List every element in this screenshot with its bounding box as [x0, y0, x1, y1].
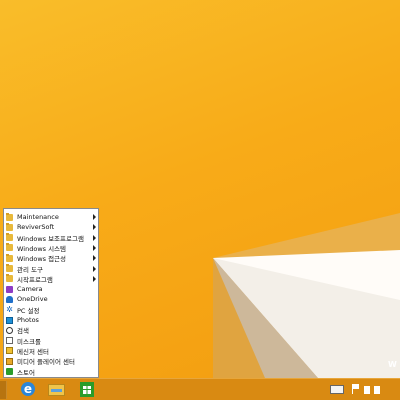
submenu-arrow-icon	[93, 255, 96, 262]
start-menu: Maintenance ReviverSoft Windows 보조프로그램 Wind…	[3, 208, 99, 378]
start-button[interactable]	[0, 381, 7, 399]
start-menu-item[interactable]: Maintenance	[6, 212, 98, 222]
file-explorer-button[interactable]	[44, 381, 70, 399]
start-menu-item-label: OneDrive	[17, 295, 48, 304]
start-menu-item-label: 스토어	[17, 368, 35, 377]
folder-icon	[6, 253, 13, 262]
store-icon	[80, 382, 94, 397]
system-tray	[330, 381, 400, 399]
start-menu-item[interactable]: ReviverSoft	[6, 222, 98, 232]
store-button[interactable]	[74, 381, 100, 399]
folder-icon	[6, 222, 13, 231]
start-menu-item-label: 시작프로그램	[17, 275, 53, 284]
internet-explorer-button[interactable]: e	[16, 381, 42, 399]
start-menu-item[interactable]: Windows 접근성	[6, 253, 98, 263]
start-menu-item-label: 메신저 센터	[17, 347, 49, 356]
action-center-flag-icon[interactable]	[352, 384, 359, 394]
search-icon	[6, 326, 13, 334]
submenu-arrow-icon	[93, 244, 96, 251]
start-menu-item[interactable]: Camera	[6, 284, 98, 294]
start-menu-item[interactable]: Photos	[6, 315, 98, 325]
start-menu-item-label: Maintenance	[17, 213, 59, 221]
start-menu-item[interactable]: 시작프로그램	[6, 274, 98, 284]
start-menu-item[interactable]: Windows 보조프로그램	[6, 233, 98, 243]
folder-icon	[6, 264, 13, 272]
internet-explorer-icon: e	[21, 382, 35, 396]
start-menu-item-label: Windows 시스템	[17, 244, 67, 253]
start-menu-item-label: Windows 접근성	[17, 255, 67, 264]
start-menu-item-label: ReviverSoft	[17, 223, 55, 232]
folder-icon	[6, 212, 13, 221]
start-menu-item-label: PC 설정	[17, 306, 40, 315]
start-menu-item[interactable]: 관리 도구	[6, 264, 98, 274]
media-player-icon	[6, 357, 13, 365]
start-menu-item[interactable]: 메신저 센터	[6, 346, 98, 356]
start-menu-item[interactable]: 스토어	[6, 367, 98, 377]
start-menu-item-label: 미디어 플레이어 센터	[17, 358, 75, 367]
submenu-arrow-icon	[93, 265, 96, 272]
submenu-arrow-icon	[93, 275, 96, 282]
volume-icon[interactable]	[374, 386, 380, 394]
folder-icon	[6, 274, 13, 283]
store-icon	[6, 368, 13, 375]
start-menu-item[interactable]: 미스크롤	[6, 336, 98, 346]
file-explorer-icon	[48, 384, 65, 396]
submenu-arrow-icon	[93, 234, 96, 241]
document-icon	[6, 337, 13, 345]
start-menu-item[interactable]: Windows 시스템	[6, 243, 98, 253]
onedrive-icon	[6, 295, 13, 303]
start-menu-item[interactable]: 검색	[6, 325, 98, 335]
start-menu-item[interactable]: ✲ PC 설정	[6, 305, 98, 315]
taskbar: e	[0, 378, 400, 400]
start-menu-item-label: 미스크롤	[17, 337, 41, 346]
submenu-arrow-icon	[93, 224, 96, 231]
keyboard-icon[interactable]	[330, 385, 344, 394]
start-menu-item-label: 관리 도구	[17, 265, 43, 274]
folder-icon	[6, 243, 13, 252]
messenger-icon	[6, 347, 13, 355]
start-menu-item-label: Windows 보조프로그램	[17, 234, 84, 243]
gear-icon: ✲	[6, 305, 13, 315]
start-menu-item[interactable]: 미디어 플레이어 센터	[6, 356, 98, 366]
start-menu-item-label: 검색	[17, 327, 29, 336]
network-icon[interactable]	[364, 386, 370, 394]
watermark-text: W	[388, 360, 397, 369]
camera-icon	[6, 285, 13, 293]
start-menu-item-label: Photos	[17, 316, 39, 324]
photos-icon	[6, 316, 13, 324]
submenu-arrow-icon	[93, 214, 96, 220]
start-menu-item[interactable]: OneDrive	[6, 294, 98, 304]
start-menu-item-label: Camera	[17, 285, 43, 294]
folder-icon	[6, 233, 13, 242]
